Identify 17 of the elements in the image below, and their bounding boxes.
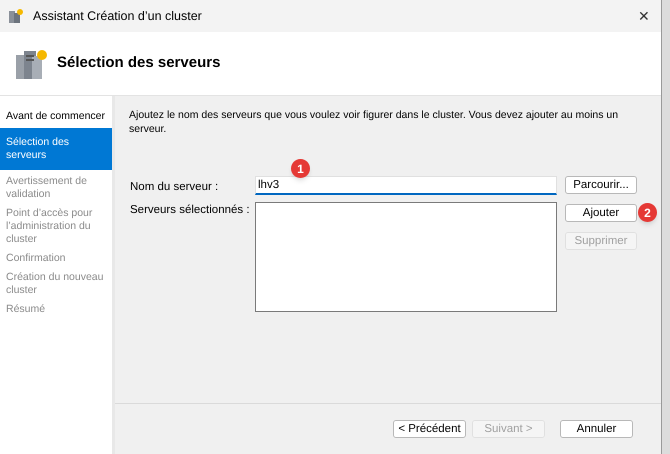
wizard-step[interactable]: Avant de commencer [0, 109, 112, 124]
field-label: Serveurs sélectionnés : [130, 203, 251, 218]
annotation-badge: 2 [638, 203, 657, 222]
annotation-badge: 1 [291, 159, 310, 178]
server-list[interactable] [255, 202, 557, 312]
nav-button[interactable]: Annuler [560, 420, 633, 438]
instruction-text: Ajoutez le nom des serveurs que vous voulez voir figurer dans le cluster. Vous devez ajouter au moins un serveur. [129, 108, 620, 136]
server-name-field[interactable]: lhv3 [255, 176, 557, 195]
server-icon [8, 8, 24, 24]
close-button[interactable]: ✕ [629, 1, 659, 31]
action-button[interactable]: Parcourir... [565, 176, 637, 194]
page-title: Sélection des serveurs [57, 53, 220, 74]
nav-button[interactable]: < Précédent [393, 420, 466, 438]
action-button[interactable]: Ajouter [565, 204, 637, 222]
field-label: Nom du serveur : [130, 180, 220, 195]
window-title: Assistant Création d’un cluster [33, 8, 202, 25]
wizard-step[interactable]: Sélection des serveurs [0, 128, 112, 170]
